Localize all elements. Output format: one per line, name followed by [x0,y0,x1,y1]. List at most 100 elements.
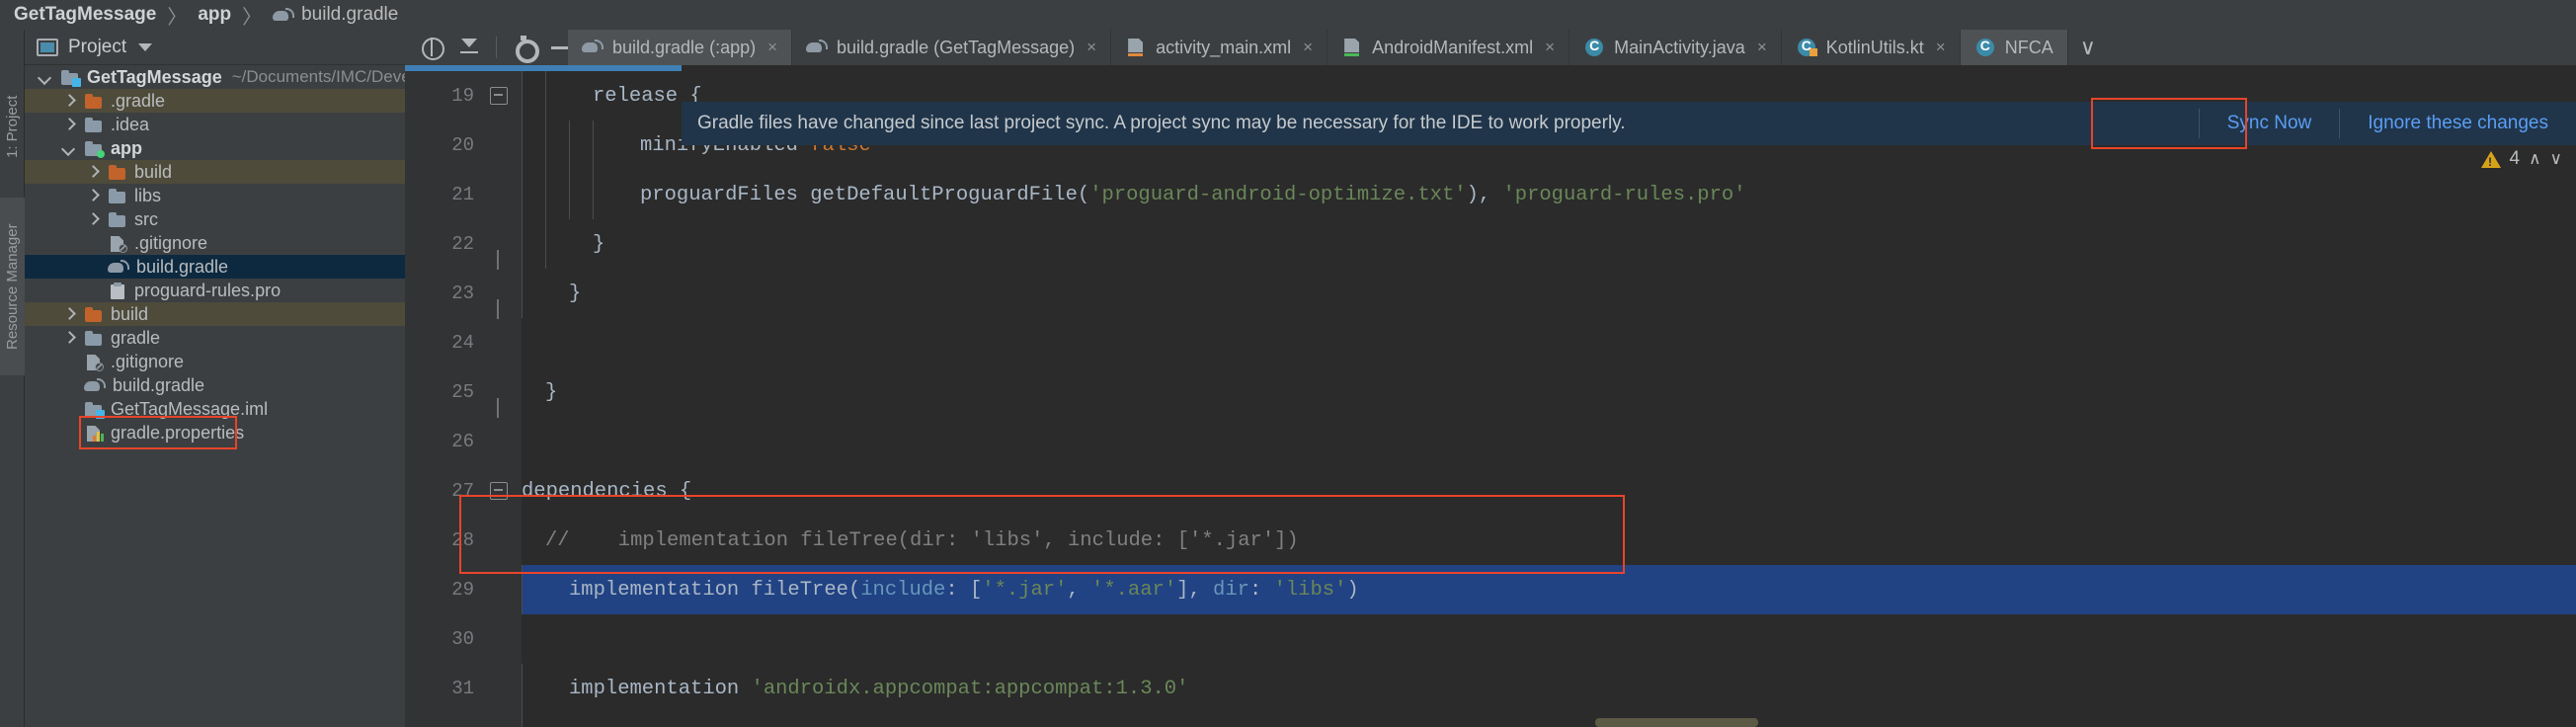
folder-icon [84,117,104,133]
tree-item[interactable]: GetTagMessage ~/Documents/IMC/Developm [25,65,405,89]
close-icon[interactable]: × [1303,38,1313,57]
tree-item[interactable]: src [25,207,405,231]
tree-item[interactable]: proguard-rules.pro [25,279,405,302]
tree-item-label: GetTagMessage.iml [111,398,269,419]
editor-line[interactable]: 24 [405,318,2576,367]
editor-tab-label: MainActivity.java [1614,37,1745,57]
project-view-icon [37,38,58,56]
tree-arrow-none [86,260,100,274]
next-problem-icon[interactable]: ∨ [2550,149,2562,169]
editor-line[interactable]: 30 [405,614,2576,664]
fold-collapse-icon[interactable] [490,482,508,500]
tool-button-resource-manager[interactable]: Resource Manager [0,198,25,375]
editor-tab[interactable]: NFCA [1960,30,2068,65]
tree-item-label: app [111,137,143,158]
tree-arrow-none [62,355,76,368]
editor-tab[interactable]: activity_main.xml × [1111,30,1328,65]
editor-line[interactable]: 31 implementation 'androidx.appcompat:app… [405,664,2576,713]
ignore-changes-link[interactable]: Ignore these changes [2340,113,2576,134]
chevron-down-icon[interactable] [62,141,76,155]
breadcrumb-item-module[interactable]: app [198,4,231,26]
code-text: implementation 'androidx.appcompat:appco… [522,664,2576,713]
breadcrumb-item-project[interactable]: GetTagMessage [14,4,156,26]
editor-tab-bar[interactable]: build.gradle (:app) × build.gradle (GetTag… [405,30,2576,65]
code-token: proguardFiles getDefaultProguardFile( [640,183,1090,206]
close-icon[interactable]: × [767,38,777,57]
tree-item[interactable]: gradle [25,326,405,350]
tree-item[interactable]: build.gradle [25,373,405,397]
previous-problem-icon[interactable]: ∧ [2529,149,2540,169]
fold-collapse-icon[interactable] [490,87,508,105]
tree-item[interactable]: libs [25,184,405,207]
editor-tab[interactable]: MainActivity.java × [1570,30,1782,65]
editor-tab-label: build.gradle (GetTagMessage) [837,37,1076,57]
tree-item-label: .gitignore [111,351,185,371]
java-class-icon [1583,38,1605,56]
indent-guide [545,170,546,219]
sync-now-link[interactable]: Sync Now [2200,113,2340,134]
editor-line[interactable]: 21 proguardFiles getDefaultProguardFile('… [405,170,2576,219]
fold-region-marker[interactable] [490,383,508,418]
chevron-down-icon[interactable] [138,42,153,51]
code-editor[interactable]: 19 release {20 minifyEnabled false 21 progua… [405,65,2576,727]
tree-item[interactable]: gradle.properties [25,421,405,444]
fold-region-marker[interactable] [490,284,508,319]
inspection-widget[interactable]: 4 ∧ ∨ [2480,148,2562,170]
editor-line[interactable]: 27 dependencies { [405,466,2576,516]
tree-item-label: build.gradle [113,374,205,395]
chevron-right-icon[interactable] [62,307,76,321]
gitignore-file-icon [108,235,127,253]
code-token: include [860,578,946,602]
editor-tab[interactable]: build.gradle (:app) × [568,30,793,65]
notepad-file-icon [108,282,127,299]
line-number: 23 [451,283,474,304]
tree-item[interactable]: .idea [25,113,405,136]
editor-line[interactable]: 22} [405,219,2576,270]
tree-item[interactable]: app [25,136,405,160]
chevron-right-icon[interactable] [86,165,100,179]
tree-item[interactable]: .gitignore [25,231,405,255]
editor-line[interactable]: 26 [405,417,2576,466]
chevron-right-icon[interactable] [62,118,76,131]
tree-item[interactable]: GetTagMessage.iml [25,397,405,421]
code-token: ) [1346,578,1359,602]
editor-tab[interactable]: build.gradle (GetTagMessage) × [792,30,1112,65]
editor-tab[interactable]: KotlinUtils.kt × [1782,30,1961,65]
close-icon[interactable]: × [1757,38,1767,57]
editor-lines[interactable]: 19 release {20 minifyEnabled false 21 progua… [405,71,2576,727]
close-icon[interactable]: × [1936,38,1946,57]
close-icon[interactable]: × [1087,38,1096,57]
tree-item[interactable]: .gradle [25,89,405,113]
left-tool-strip: 1: Project Resource Manager [0,30,25,727]
tree-arrow-none [86,283,100,297]
breadcrumb-item-file[interactable]: build.gradle [273,4,398,26]
editor-line[interactable]: 32implementation 'androidx.constraintlay… [405,713,2576,727]
tree-item[interactable]: build [25,302,405,326]
horizontal-scrollbar[interactable] [1595,718,1758,727]
project-tree[interactable]: GetTagMessage ~/Documents/IMC/Developm .gr… [25,65,405,727]
fold-region-marker[interactable] [490,235,508,270]
breadcrumb-label: app [198,4,232,25]
editor-line[interactable]: 23} [405,269,2576,319]
tree-item-label: build [111,303,149,324]
close-icon[interactable]: × [1545,38,1555,57]
indent-guide [545,71,546,121]
editor-line[interactable]: 28 // implementation fileTree(dir: 'libs'… [405,516,2576,565]
tree-item[interactable]: .gitignore [25,350,405,373]
chevron-down-icon[interactable]: ∨ [2068,30,2108,65]
editor-tab[interactable]: AndroidManifest.xml × [1328,30,1570,65]
editor-line[interactable]: 25} [405,367,2576,418]
breadcrumb: GetTagMessage 〉 app 〉 build.gradle [0,0,2576,30]
chevron-right-icon[interactable] [86,212,100,226]
chevron-right-icon[interactable] [62,94,76,108]
tree-item-path: ~/Documents/IMC/Developm [231,67,405,86]
tree-item[interactable]: build [25,160,405,184]
tool-button-project[interactable]: 1: Project [0,67,25,186]
chevron-right-icon[interactable] [86,189,100,202]
tree-item[interactable]: build.gradle [25,255,405,279]
chevron-right-icon[interactable] [62,331,76,345]
chevron-down-icon[interactable] [39,70,52,84]
editor-line[interactable]: 29 implementation fileTree(include: ['*.j… [405,565,2576,614]
